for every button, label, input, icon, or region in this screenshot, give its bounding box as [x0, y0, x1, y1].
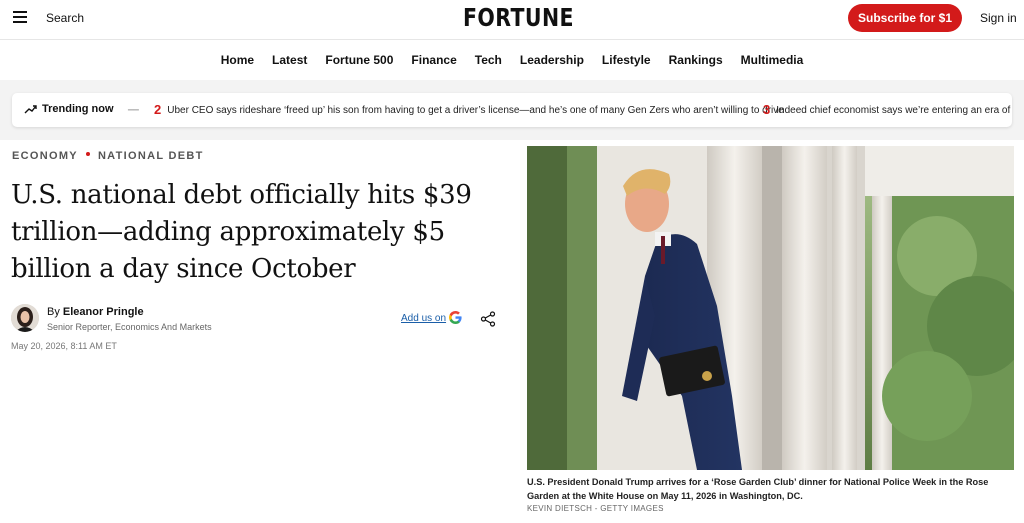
image-credit: KEVIN DIETSCH - GETTY IMAGES: [527, 504, 664, 513]
share-icon[interactable]: [480, 311, 496, 327]
trending-bar: Trending now ━━ 2 Uber CEO says rideshare…: [12, 93, 1012, 127]
trending-item-number: 2: [154, 102, 162, 117]
author-byline: By Eleanor Pringle: [47, 306, 144, 318]
article-headline: U.S. national debt officially hits $39 t…: [11, 180, 472, 284]
main-nav: Home Latest Fortune 500 Finance Tech Lea…: [0, 40, 1024, 80]
nav-item-leadership[interactable]: Leadership: [520, 53, 584, 67]
nav-item-multimedia[interactable]: Multimedia: [741, 53, 804, 67]
byline-prefix: By: [47, 306, 60, 318]
nav-item-home[interactable]: Home: [221, 53, 254, 67]
trending-item-number: 3: [763, 102, 771, 117]
nav-item-tech[interactable]: Tech: [475, 53, 502, 67]
image-caption: U.S. President Donald Trump arrives for …: [527, 477, 989, 501]
publish-date: May 20, 2026, 8:11 AM ET: [11, 341, 117, 351]
trending-up-icon: [24, 105, 37, 114]
section-link-economy[interactable]: ECONOMY: [12, 150, 78, 162]
nav-item-rankings[interactable]: Rankings: [669, 53, 723, 67]
trending-divider: ━━: [128, 105, 139, 115]
author-name-link[interactable]: Eleanor Pringle: [63, 306, 144, 318]
fortune-logo[interactable]: FORTUNE: [463, 3, 574, 32]
section-breadcrumb: ECONOMY NATIONAL DEBT: [12, 150, 204, 162]
section-link-national-debt[interactable]: NATIONAL DEBT: [98, 150, 204, 162]
trending-item[interactable]: 3 Indeed chief economist says we’re enter…: [763, 102, 1012, 117]
breadcrumb-dot: [85, 152, 90, 156]
nav-item-finance[interactable]: Finance: [411, 53, 456, 67]
google-icon[interactable]: [449, 311, 462, 324]
search-button[interactable]: Search: [46, 11, 84, 25]
trending-item-text: Indeed chief economist says we’re enteri…: [776, 105, 1012, 116]
trending-item-text: Uber CEO says rideshare ‘freed up’ his s…: [167, 105, 784, 116]
nav-item-fortune-500[interactable]: Fortune 500: [325, 53, 393, 67]
site-header: Search FORTUNE Subscribe for $1 Sign in: [0, 0, 1024, 40]
author-role: Senior Reporter, Economics And Markets: [47, 322, 212, 332]
trending-band: Trending now ━━ 2 Uber CEO says rideshare…: [0, 80, 1024, 140]
article-hero-image: [527, 146, 1014, 470]
nav-item-latest[interactable]: Latest: [272, 53, 307, 67]
nav-item-lifestyle[interactable]: Lifestyle: [602, 53, 651, 67]
trending-label: Trending now: [42, 103, 114, 115]
hamburger-menu-icon[interactable]: [13, 11, 27, 23]
add-us-on-google-link[interactable]: Add us on: [401, 313, 446, 324]
sign-in-link[interactable]: Sign in: [980, 11, 1017, 25]
trending-item[interactable]: 2 Uber CEO says rideshare ‘freed up’ his …: [154, 102, 784, 117]
author-avatar[interactable]: [11, 304, 39, 332]
subscribe-button[interactable]: Subscribe for $1: [848, 4, 962, 32]
